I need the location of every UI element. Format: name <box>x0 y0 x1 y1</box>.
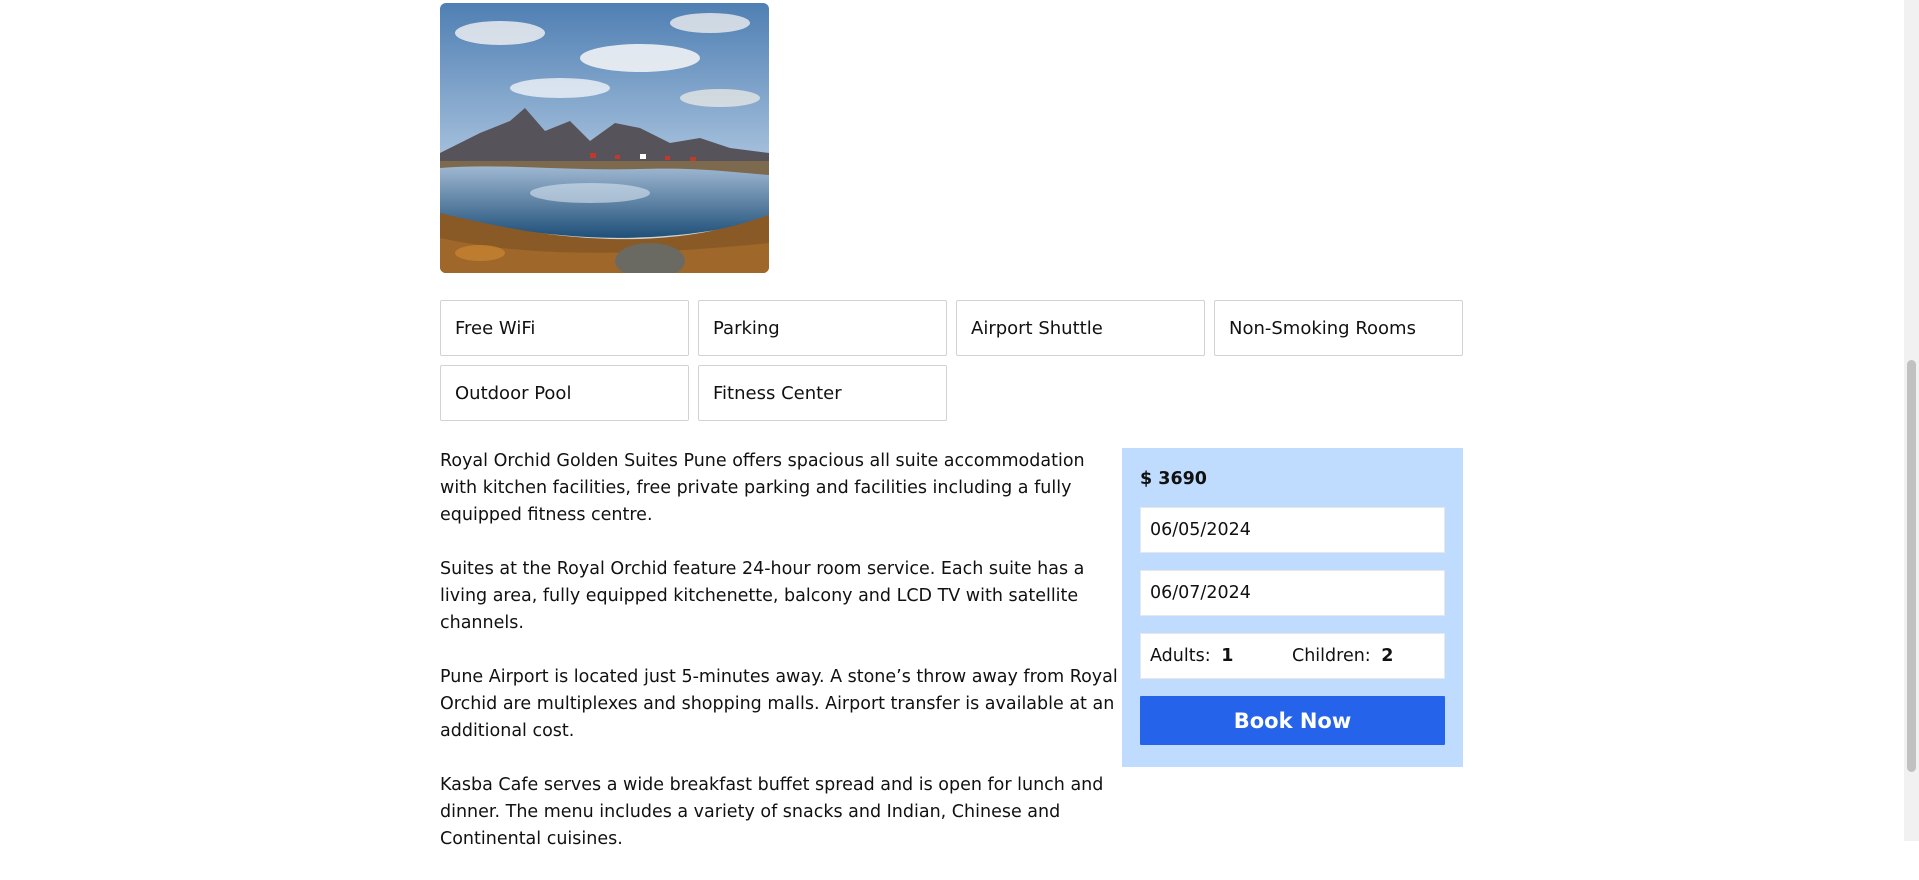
adults-value: 1 <box>1221 646 1234 666</box>
booking-panel: $ 3690 06/05/2024 06/07/2024 Adults: 1 C… <box>1122 448 1463 767</box>
amenity-parking: Parking <box>698 300 947 356</box>
amenity-fitness-center: Fitness Center <box>698 365 947 421</box>
children-label: Children: <box>1292 646 1371 666</box>
check-out-date-field[interactable]: 06/07/2024 <box>1140 570 1445 616</box>
amenity-airport-shuttle: Airport Shuttle <box>956 300 1205 356</box>
adults-count[interactable]: Adults: 1 <box>1150 634 1292 678</box>
adults-label: Adults: <box>1150 646 1211 666</box>
amenity-non-smoking-rooms: Non-Smoking Rooms <box>1214 300 1463 356</box>
check-in-date-field[interactable]: 06/05/2024 <box>1140 507 1445 553</box>
book-now-button[interactable]: Book Now <box>1140 696 1445 745</box>
hotel-description: Royal Orchid Golden Suites Pune offers s… <box>440 448 1125 880</box>
amenity-free-wifi: Free WiFi <box>440 300 689 356</box>
hotel-photo <box>440 3 769 273</box>
description-paragraph: Royal Orchid Golden Suites Pune offers s… <box>440 451 1085 525</box>
description-paragraph: Suites at the Royal Orchid feature 24-ho… <box>440 559 1085 633</box>
scrollbar-thumb[interactable] <box>1907 360 1916 772</box>
description-paragraph: Pune Airport is located just 5-minutes a… <box>440 667 1118 741</box>
guests-selector[interactable]: Adults: 1 Children: 2 <box>1140 633 1445 679</box>
price-label: $ 3690 <box>1140 469 1207 489</box>
page-scrollbar[interactable] <box>1904 0 1919 841</box>
amenity-outdoor-pool: Outdoor Pool <box>440 365 689 421</box>
children-value: 2 <box>1381 646 1394 666</box>
amenities-grid: Free WiFi Parking Airport Shuttle Non-Sm… <box>440 300 1463 421</box>
landscape-photo-icon <box>440 3 769 273</box>
children-count[interactable]: Children: 2 <box>1292 634 1434 678</box>
